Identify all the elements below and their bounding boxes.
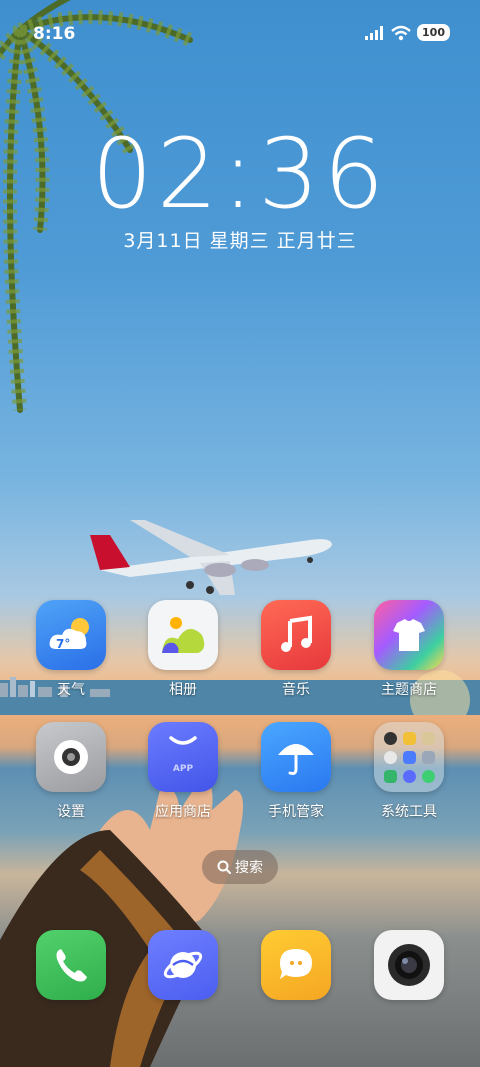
umbrella-icon <box>261 722 331 792</box>
dock-phone[interactable] <box>23 930 119 1000</box>
clock-date: 3月11日 星期三 正月廿三 <box>123 230 357 252</box>
app-label: 应用商店 <box>155 804 211 820</box>
app-phone-manager[interactable]: 手机管家 <box>248 722 344 821</box>
app-label: 设置 <box>57 804 85 820</box>
shopping-bag-icon: APP <box>148 722 218 792</box>
search-label: 搜索 <box>235 860 263 876</box>
app-settings[interactable]: 设置 <box>23 722 119 821</box>
clock-time: 02:36 <box>91 118 389 230</box>
airplane-image <box>90 520 332 595</box>
wifi-icon <box>391 25 411 40</box>
app-gallery[interactable]: 相册 <box>135 600 231 699</box>
app-store[interactable]: APP 应用商店 <box>135 722 231 821</box>
app-themes[interactable]: 主题商店 <box>361 600 457 699</box>
dock-browser[interactable] <box>135 930 231 1000</box>
folder-icon <box>374 722 444 792</box>
app-music[interactable]: 音乐 <box>248 600 344 699</box>
app-label: 音乐 <box>282 682 310 698</box>
weather-icon: 7° <box>36 600 106 670</box>
phone-icon <box>36 930 106 1000</box>
app-label: 系统工具 <box>381 804 437 820</box>
search-icon <box>217 860 231 874</box>
gallery-icon <box>148 600 218 670</box>
message-bubble-icon <box>261 930 331 1000</box>
app-weather[interactable]: 7° 天气 <box>23 600 119 699</box>
folder-system-tools[interactable]: 系统工具 <box>361 722 457 821</box>
app-label: 手机管家 <box>268 804 324 820</box>
tshirt-icon <box>374 600 444 670</box>
status-bar: 8:16 100 <box>0 20 480 50</box>
planet-browser-icon <box>148 930 218 1000</box>
signal-icon <box>365 25 384 40</box>
status-time: 8:16 <box>33 24 76 44</box>
app-label: 天气 <box>57 682 85 698</box>
dock-messages[interactable] <box>248 930 344 1000</box>
app-label: 相册 <box>169 682 197 698</box>
camera-icon <box>374 930 444 1000</box>
music-note-icon <box>261 600 331 670</box>
app-label: 主题商店 <box>381 682 437 698</box>
dock-camera[interactable] <box>361 930 457 1000</box>
gear-icon <box>36 722 106 792</box>
battery-icon: 100 <box>417 24 450 41</box>
search-button[interactable]: 搜索 <box>202 850 278 884</box>
